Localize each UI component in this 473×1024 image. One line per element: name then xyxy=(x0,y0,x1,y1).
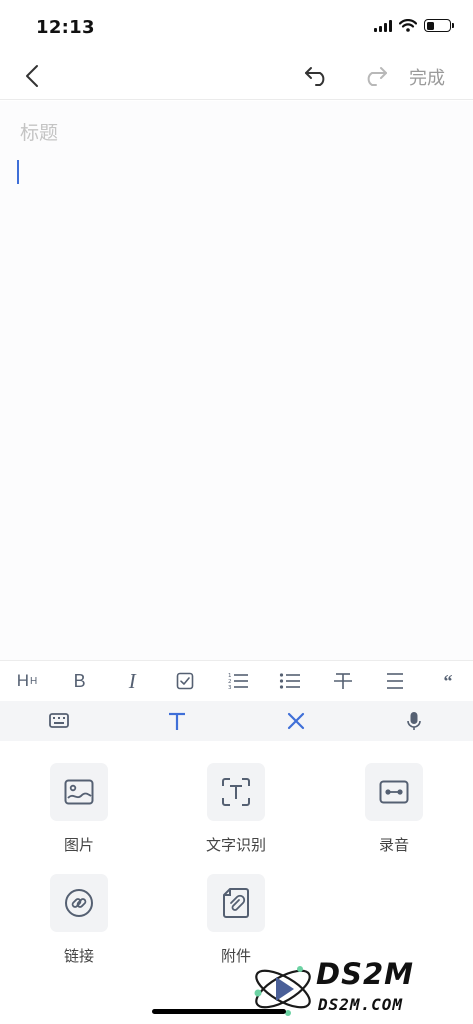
watermark-url: DS2M.COM xyxy=(318,995,404,1014)
close-icon xyxy=(287,712,304,730)
align-icon xyxy=(387,673,404,689)
close-mode-button[interactable] xyxy=(237,701,355,741)
status-icons xyxy=(374,19,454,32)
wifi-icon xyxy=(399,19,417,32)
heading-button[interactable]: HH xyxy=(14,668,40,694)
recording-tool-box xyxy=(365,763,423,821)
text-format-icon xyxy=(169,712,186,730)
voice-mode-button[interactable] xyxy=(355,701,473,741)
nav-bar: 完成 xyxy=(0,52,473,100)
attachment-tool-box xyxy=(207,874,265,932)
heading-sub-label: H xyxy=(30,675,38,687)
editor-area[interactable]: 标题 xyxy=(0,101,473,660)
watermark-title: DS2M xyxy=(316,957,414,991)
checkbox-button[interactable] xyxy=(172,668,198,694)
keyboard-mode-button[interactable] xyxy=(0,701,118,741)
checkbox-icon xyxy=(176,672,194,690)
bullet-list-button[interactable] xyxy=(277,668,303,694)
format-toolbar: HH B I 1 2 3 “ xyxy=(0,660,473,701)
undo-icon xyxy=(305,67,325,86)
image-tool-label: 图片 xyxy=(63,836,94,854)
ordered-list-icon: 1 2 3 xyxy=(228,673,248,691)
keyboard-icon xyxy=(49,713,70,728)
redo-icon xyxy=(367,67,387,86)
strikethrough-button[interactable] xyxy=(330,668,356,694)
text-format-mode-button[interactable] xyxy=(118,701,236,741)
text-recognition-tool-box xyxy=(207,763,265,821)
title-input[interactable]: 标题 xyxy=(20,118,58,145)
bullet-list-icon xyxy=(280,673,301,689)
heading-label: H xyxy=(16,671,30,690)
mode-bar xyxy=(0,701,473,741)
back-button[interactable] xyxy=(16,60,48,92)
status-time: 12:13 xyxy=(36,17,95,38)
link-tool-label: 链接 xyxy=(63,947,94,965)
link-tool[interactable]: 链接 xyxy=(19,874,139,966)
attachment-tool[interactable]: 附件 xyxy=(176,874,296,966)
bold-button[interactable]: B xyxy=(67,668,93,694)
ordered-list-button[interactable]: 1 2 3 xyxy=(225,668,251,694)
recording-icon xyxy=(379,780,409,804)
text-recognition-tool[interactable]: 文字识别 xyxy=(176,763,296,855)
microphone-icon xyxy=(407,712,421,730)
chevron-left-icon xyxy=(26,65,38,87)
battery-level xyxy=(426,21,435,30)
link-tool-box xyxy=(50,874,108,932)
done-button[interactable]: 完成 xyxy=(409,64,445,90)
image-tool[interactable]: 图片 xyxy=(19,763,139,855)
undo-button[interactable] xyxy=(300,60,334,92)
cellular-signal-icon xyxy=(374,19,392,32)
strikethrough-icon xyxy=(333,673,352,689)
battery-icon xyxy=(424,19,454,32)
recording-tool[interactable]: 录音 xyxy=(334,763,454,855)
attachment-icon xyxy=(223,888,249,918)
image-tool-box xyxy=(50,763,108,821)
status-bar: 12:13 xyxy=(0,0,473,52)
svg-text:3: 3 xyxy=(228,685,232,691)
text-recognition-tool-label: 文字识别 xyxy=(205,836,266,854)
align-button[interactable] xyxy=(382,668,408,694)
text-cursor xyxy=(17,160,19,184)
redo-button[interactable] xyxy=(358,60,392,92)
link-icon xyxy=(65,889,93,917)
recording-tool-label: 录音 xyxy=(378,836,409,854)
image-icon xyxy=(64,779,94,805)
quote-button[interactable]: “ xyxy=(435,668,461,694)
italic-button[interactable]: I xyxy=(119,668,145,694)
text-recognition-icon xyxy=(222,778,250,806)
home-indicator[interactable] xyxy=(152,1009,286,1014)
